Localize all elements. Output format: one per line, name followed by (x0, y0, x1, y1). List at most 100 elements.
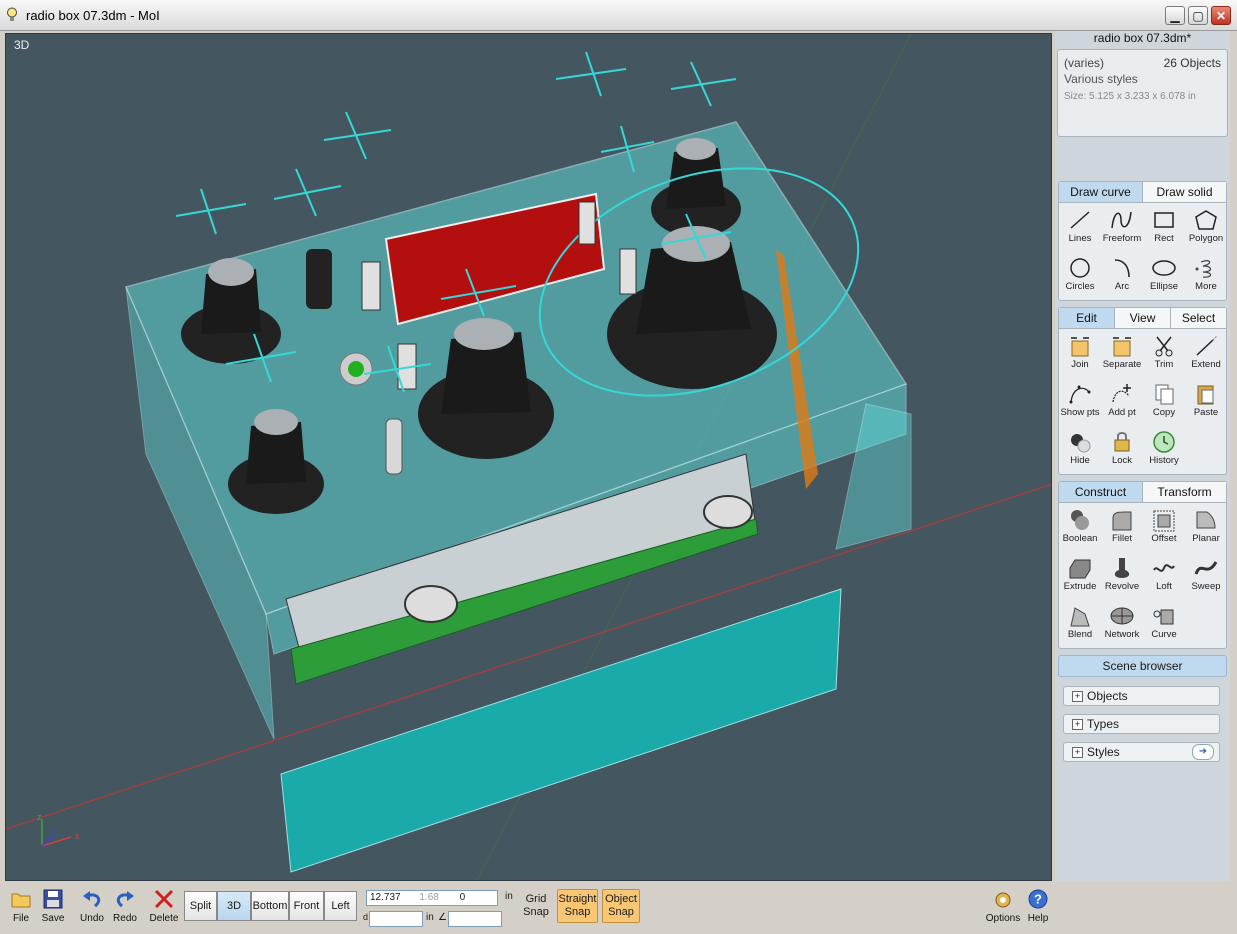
arrow-right-icon[interactable]: ➜ (1192, 744, 1214, 760)
freeform-tool[interactable]: Freeform (1101, 204, 1143, 250)
coord-unit: in (505, 891, 513, 902)
paste-label: Paste (1193, 407, 1219, 418)
scene-item-styles[interactable]: + Styles ➜ (1063, 742, 1220, 762)
ellipse-tool[interactable]: Ellipse (1143, 252, 1185, 298)
minimize-button[interactable]: ▁ (1165, 6, 1185, 25)
fillet-tool[interactable]: Fillet (1101, 504, 1143, 550)
maximize-button[interactable]: ▢ (1188, 6, 1208, 25)
loft-tool[interactable]: Loft (1143, 552, 1185, 598)
jack-left (404, 585, 458, 623)
distance-label: d (363, 912, 369, 922)
standoff (619, 248, 637, 295)
options-button[interactable]: Options (985, 886, 1021, 924)
file-button[interactable]: File (4, 886, 38, 924)
help-label: Help (1027, 913, 1049, 924)
boolean-tool[interactable]: Boolean (1059, 504, 1101, 550)
properties-box: (varies) 26 Objects Various styles Size:… (1057, 49, 1228, 137)
extend-label: Extend (1191, 359, 1221, 370)
planar-tool[interactable]: Planar (1185, 504, 1227, 550)
extend-icon (1196, 335, 1218, 356)
undo-button[interactable]: Undo (75, 886, 109, 924)
file-label: File (12, 913, 30, 924)
distance-input[interactable] (369, 911, 423, 927)
add-point-tool[interactable]: Add pt (1101, 378, 1143, 424)
model-render (6, 34, 1051, 880)
view-front-button[interactable]: Front (289, 891, 324, 921)
styles-field[interactable]: Various styles (1064, 72, 1138, 86)
copy-tool[interactable]: Copy (1143, 378, 1185, 424)
offset-tool[interactable]: Offset (1143, 504, 1185, 550)
floppy-disk-icon (43, 889, 63, 909)
scene-item-types[interactable]: + Types (1063, 714, 1220, 734)
copy-label: Copy (1152, 407, 1176, 418)
circles-label: Circles (1065, 281, 1095, 292)
rect-tool[interactable]: Rect (1143, 204, 1185, 250)
scene-browser-button[interactable]: Scene browser (1058, 655, 1227, 677)
blend-tool[interactable]: Blend (1059, 600, 1101, 646)
join-tool[interactable]: Join (1059, 330, 1101, 376)
tab-select[interactable]: Select (1171, 308, 1226, 328)
tab-draw-solid[interactable]: Draw solid (1143, 182, 1226, 202)
hide-tool[interactable]: Hide (1059, 426, 1101, 472)
scene-item-objects[interactable]: + Objects (1063, 686, 1220, 706)
separate-tool[interactable]: Separate (1101, 330, 1143, 376)
circles-tool[interactable]: Circles (1059, 252, 1101, 298)
coordinate-entry: 12.737 1.68 0 in d in ∠ (363, 887, 513, 931)
lock-tool[interactable]: Lock (1101, 426, 1143, 472)
tab-view[interactable]: View (1115, 308, 1171, 328)
tab-construct[interactable]: Construct (1059, 482, 1143, 502)
history-tool[interactable]: History (1143, 426, 1185, 472)
add-point-icon (1112, 384, 1131, 403)
object-count: 26 Objects (1163, 56, 1221, 70)
ellipse-icon (1152, 260, 1176, 276)
revolve-tool[interactable]: Revolve (1101, 552, 1143, 598)
close-button[interactable]: ✕ (1211, 6, 1231, 25)
object-snap-button[interactable]: Object Snap (602, 889, 640, 923)
standoff (361, 261, 381, 311)
z-coordinate: 0 (459, 892, 466, 903)
view-split-button[interactable]: Split (184, 891, 217, 921)
view-bottom-button[interactable]: Bottom (251, 891, 289, 921)
show-points-tool[interactable]: Show pts (1059, 378, 1101, 424)
trim-tool[interactable]: Trim (1143, 330, 1185, 376)
view-left-button[interactable]: Left (324, 891, 357, 921)
undo-icon (83, 891, 101, 908)
arc-label: Arc (1114, 281, 1130, 292)
viewport-3d[interactable]: 3D z y x (5, 33, 1052, 881)
paste-tool[interactable]: Paste (1185, 378, 1227, 424)
more-tool[interactable]: More (1185, 252, 1227, 298)
join-icon (1071, 337, 1089, 357)
show-points-label: Show pts (1060, 407, 1100, 418)
rect-icon (1154, 212, 1174, 228)
view-3d-button[interactable]: 3D (217, 891, 251, 921)
angle-input[interactable] (448, 911, 502, 927)
viewport-label: 3D (14, 38, 30, 52)
curve-tool[interactable]: Curve (1143, 600, 1185, 646)
green-led (348, 361, 364, 377)
delete-button[interactable]: Delete (147, 886, 181, 924)
arc-tool[interactable]: Arc (1101, 252, 1143, 298)
scene-item-label: Types (1087, 717, 1120, 731)
xyz-input[interactable]: 12.737 1.68 0 (366, 890, 498, 906)
minimize-icon: ▁ (1170, 8, 1180, 23)
tab-transform[interactable]: Transform (1143, 482, 1226, 502)
lines-tool[interactable]: Lines (1059, 204, 1101, 250)
curve-icon (1153, 609, 1174, 625)
polygon-tool[interactable]: Polygon (1185, 204, 1227, 250)
sweep-tool[interactable]: Sweep (1185, 552, 1227, 598)
tab-draw-curve[interactable]: Draw curve (1059, 182, 1143, 202)
object-name-field[interactable]: (varies) (1064, 56, 1104, 70)
network-icon (1110, 607, 1134, 625)
network-tool[interactable]: Network (1101, 600, 1143, 646)
grid-snap-button[interactable]: Grid Snap (519, 893, 553, 919)
help-button[interactable]: ? Help (1021, 886, 1055, 924)
extend-tool[interactable]: Extend (1185, 330, 1227, 376)
extrude-tool[interactable]: Extrude (1059, 552, 1101, 598)
trim-label: Trim (1154, 359, 1174, 370)
straight-snap-button[interactable]: Straight Snap (557, 889, 598, 923)
redo-button[interactable]: Redo (108, 886, 142, 924)
extrude-label: Extrude (1063, 581, 1097, 592)
freeform-label: Freeform (1102, 233, 1142, 244)
tab-edit[interactable]: Edit (1059, 308, 1115, 328)
save-button[interactable]: Save (36, 886, 70, 924)
